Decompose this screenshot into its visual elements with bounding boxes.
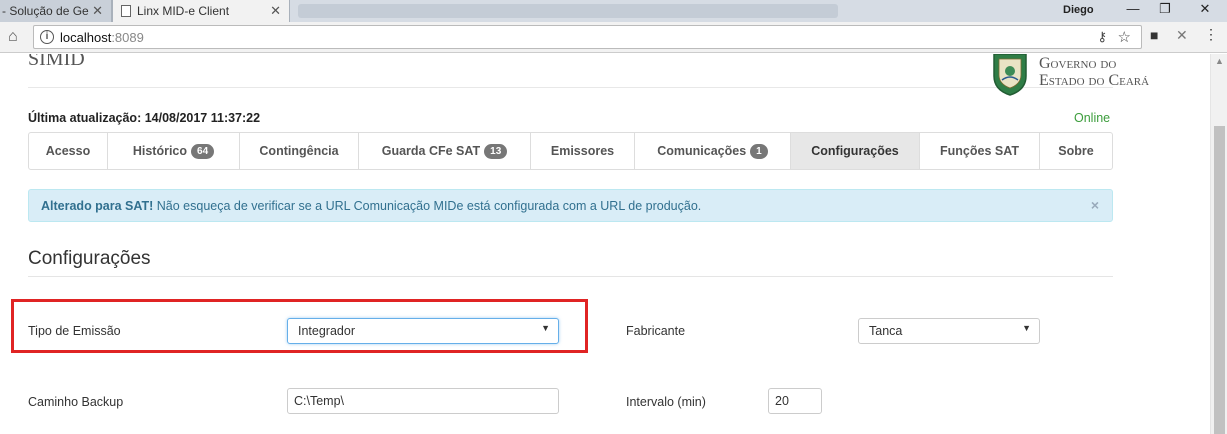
fabricante-value: Tanca <box>869 324 903 338</box>
tipo-emissao-value: Integrador <box>298 324 355 338</box>
fabricante-select[interactable]: Tanca ▼ <box>858 318 1040 344</box>
tab-configuracoes[interactable]: Configurações <box>791 133 920 169</box>
last-update-label: Última atualização: 14/08/2017 11:37:22 <box>28 111 261 125</box>
tab-label: Acesso <box>45 144 91 158</box>
chevron-down-icon: ▼ <box>1022 323 1031 333</box>
info-icon[interactable]: i <box>40 30 54 44</box>
scroll-up-icon[interactable]: ▲ <box>1215 56 1224 66</box>
ceara-crest-icon <box>993 54 1027 96</box>
fabricante-label: Fabricante <box>626 324 686 338</box>
tab-funcoes-sat[interactable]: Funções SAT <box>920 133 1040 169</box>
tipo-emissao-select[interactable]: Integrador ▼ <box>287 318 559 344</box>
scrollbar-thumb[interactable] <box>1214 126 1225 434</box>
tab-label: Sobre <box>1058 144 1094 158</box>
window-close-icon[interactable]: ✕ <box>1190 0 1220 20</box>
tab-comunicacoes[interactable]: Comunicações 1 <box>635 133 791 169</box>
browser-tab-title: Linx MID-e Client <box>137 4 230 18</box>
intervalo-label: Intervalo (min) <box>626 395 706 409</box>
address-bar[interactable]: i localhost:8089 ⚷ ☆ <box>33 25 1142 49</box>
extension-icon[interactable]: ■ <box>1150 27 1158 43</box>
gov-line2: Estado do Ceará <box>1039 72 1150 89</box>
alert-text: Alterado para SAT! Não esqueça de verifi… <box>41 199 701 213</box>
page-content: SIMID Governo do Estado do Ceará Última … <box>0 54 1210 434</box>
key-icon[interactable]: ⚷ <box>1097 29 1107 45</box>
new-tab-area[interactable] <box>298 4 838 18</box>
close-icon[interactable]: ✕ <box>92 3 103 19</box>
intervalo-input[interactable]: 20 <box>768 388 822 414</box>
tab-label: Configurações <box>811 144 899 158</box>
caminho-backup-value: C:\Temp\ <box>294 394 345 408</box>
tab-label: Funções SAT <box>940 144 1019 158</box>
browser-tab-linx[interactable]: Linx MID-e Client ✕ <box>112 0 290 22</box>
main-nav-tabs: Acesso Histórico 64 Contingência Guarda … <box>28 132 1113 170</box>
tab-label: Contingência <box>259 144 339 158</box>
tab-label: Histórico <box>132 144 188 158</box>
close-icon[interactable]: ✕ <box>270 3 281 19</box>
info-alert: Alterado para SAT! Não esqueça de verifi… <box>28 189 1113 222</box>
tab-label: Guarda CFe SAT <box>381 144 481 158</box>
government-logo-text: Governo do Estado do Ceará <box>1039 55 1149 89</box>
count-badge: 64 <box>191 143 215 159</box>
tab-contingencia[interactable]: Contingência <box>240 133 359 169</box>
extension-x-icon[interactable]: ✕ <box>1176 27 1188 44</box>
alert-close-button[interactable]: × <box>1091 197 1099 213</box>
browser-user-label[interactable]: Diego <box>1063 4 1094 16</box>
page-scrollbar[interactable]: ▲ <box>1210 54 1227 434</box>
document-icon <box>121 5 131 17</box>
brand-logo-text: SIMID <box>28 54 85 70</box>
section-divider <box>28 276 1113 277</box>
home-icon[interactable]: ⌂ <box>8 28 18 46</box>
status-online: Online <box>1074 111 1111 125</box>
minimize-icon[interactable]: — <box>1118 0 1148 20</box>
tab-label: Comunicações <box>657 144 747 158</box>
count-badge: 13 <box>484 143 508 159</box>
caminho-backup-label: Caminho Backup <box>28 395 124 409</box>
tab-historico[interactable]: Histórico 64 <box>108 133 240 169</box>
tab-guarda-cfe-sat[interactable]: Guarda CFe SAT 13 <box>359 133 531 169</box>
browser-tab-title: - Solução de Ge <box>2 4 89 18</box>
browser-tab-solucao[interactable]: - Solução de Ge ✕ <box>0 0 112 22</box>
tab-emissores[interactable]: Emissores <box>531 133 635 169</box>
chevron-down-icon: ▼ <box>541 323 550 333</box>
header-divider <box>28 87 1113 88</box>
browser-toolbar: ⌂ i localhost:8089 ⚷ ☆ ■ ✕ ⋮ <box>0 22 1227 53</box>
tab-sobre[interactable]: Sobre <box>1040 133 1112 169</box>
url-port: :8089 <box>111 30 144 45</box>
menu-icon[interactable]: ⋮ <box>1204 26 1218 43</box>
alert-message: Não esqueça de verificar se a URL Comuni… <box>153 199 702 213</box>
caminho-backup-input[interactable]: C:\Temp\ <box>287 388 559 414</box>
restore-icon[interactable]: ❐ <box>1150 0 1180 20</box>
page-title: Configurações <box>28 248 151 269</box>
tab-label: Emissores <box>550 144 615 158</box>
tipo-emissao-label: Tipo de Emissão <box>28 324 121 338</box>
gov-line1: Governo do <box>1039 55 1117 72</box>
bookmark-star-icon[interactable]: ☆ <box>1118 28 1131 46</box>
tab-acesso[interactable]: Acesso <box>29 133 108 169</box>
count-badge: 1 <box>750 143 768 159</box>
url-text: localhost:8089 <box>60 30 144 45</box>
alert-strong: Alterado para SAT! <box>41 199 154 213</box>
intervalo-value: 20 <box>775 394 789 408</box>
browser-tabstrip: - Solução de Ge ✕ Linx MID-e Client ✕ Di… <box>0 0 1227 22</box>
url-host: localhost <box>60 30 112 45</box>
